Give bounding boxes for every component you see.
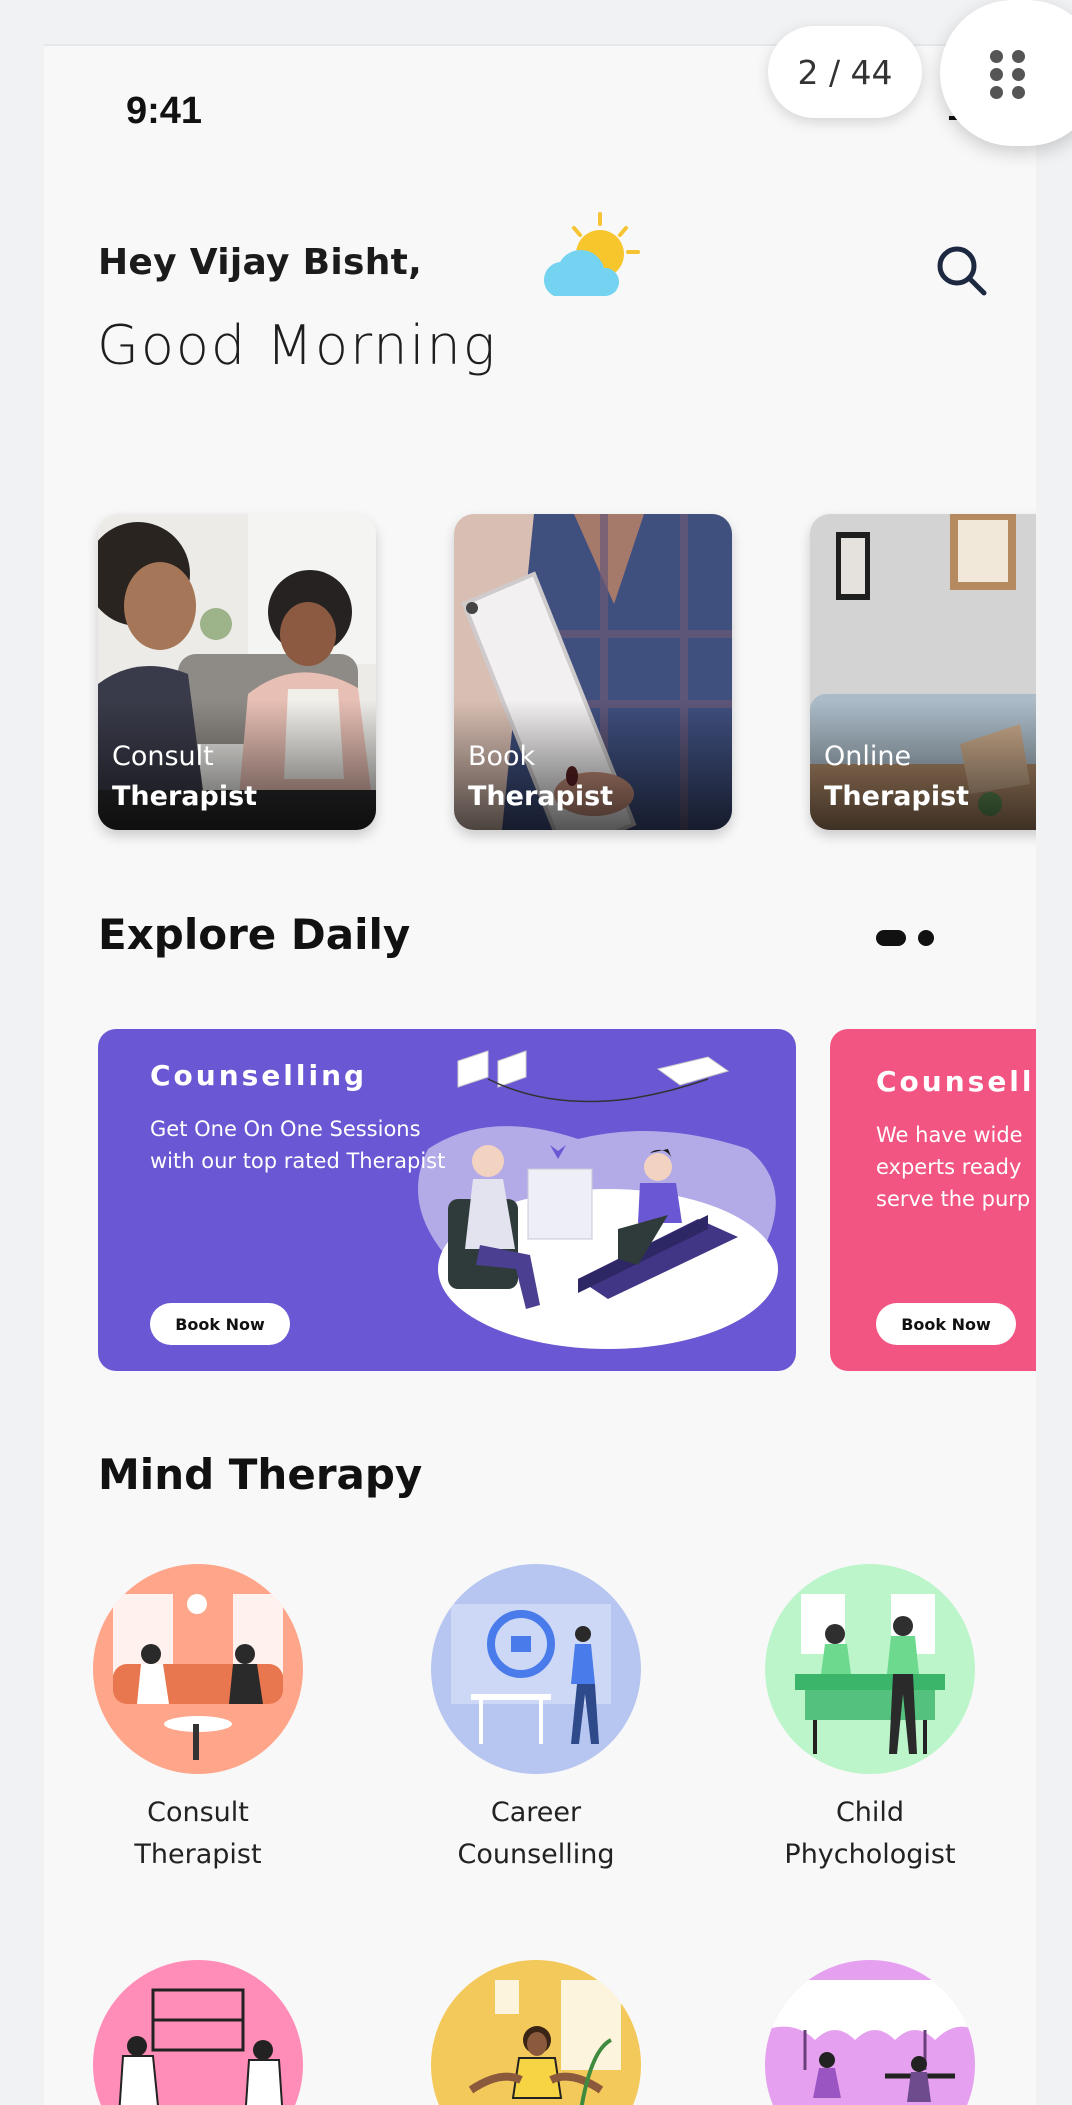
child-phychologist-image [765, 1564, 975, 1774]
therapy-item-5[interactable] [426, 1960, 646, 2105]
greeting-message: Good Morning [97, 314, 498, 377]
consult-therapist-image [93, 1564, 303, 1774]
promo-card-counselling-2[interactable]: Counselling We have wide experts ready s… [830, 1029, 1036, 1371]
weather-sun-cloud-icon [544, 212, 640, 296]
therapy-image-4 [93, 1960, 303, 2105]
card-online-therapist[interactable]: Online Therapist [810, 514, 1036, 830]
therapy-item-career[interactable]: Career Counselling [426, 1564, 646, 1876]
therapy-item-4[interactable] [88, 1960, 308, 2105]
promo-card-counselling[interactable]: Counselling Get One On One Sessions with… [98, 1029, 796, 1371]
page-indicator[interactable]: 2 / 44 [768, 26, 922, 118]
card-line1: Consult [112, 741, 214, 772]
section-title-explore: Explore Daily [98, 910, 411, 959]
card-line2: Therapist [468, 781, 614, 812]
promo-title: Counselling [876, 1065, 1036, 1098]
therapy-label: Consult Therapist [134, 1797, 262, 1870]
card-consult-therapist[interactable]: Consult Therapist [98, 514, 376, 830]
career-counselling-image [431, 1564, 641, 1774]
therapy-item-consult[interactable]: Consult Therapist [88, 1564, 308, 1876]
book-now-button[interactable]: Book Now [876, 1303, 1016, 1345]
card-line1: Online [824, 741, 912, 772]
card-line1: Book [468, 741, 536, 772]
card-book-therapist[interactable]: Book Therapist [454, 514, 732, 830]
therapy-image-5 [431, 1960, 641, 2105]
therapy-label: Child Phychologist [784, 1797, 956, 1870]
therapy-item-child[interactable]: Child Phychologist [760, 1564, 980, 1876]
therapy-label: Career Counselling [457, 1797, 615, 1870]
book-now-button[interactable]: Book Now [150, 1303, 290, 1345]
section-title-mind-therapy: Mind Therapy [98, 1450, 423, 1499]
greeting-name: Hey Vijay Bisht, [98, 242, 423, 283]
phone-screen: 9:41 Hey Vijay Bisht, Good Morning Consu… [44, 44, 1036, 2105]
card-line2: Therapist [824, 781, 970, 812]
carousel-dot[interactable] [918, 930, 934, 946]
promo-title: Counselling [150, 1059, 368, 1092]
promo-description: Get One On One Sessions with our top rat… [150, 1117, 446, 1173]
counselling-illustration [418, 1050, 778, 1349]
status-time: 9:41 [126, 90, 203, 132]
grid-menu-icon [990, 50, 1030, 99]
therapy-item-6[interactable] [760, 1960, 980, 2105]
carousel-dot-active[interactable] [876, 930, 906, 946]
therapy-image-6 [765, 1960, 975, 2105]
promo-description: We have wide experts ready serve the pur… [876, 1123, 1031, 1211]
search-button[interactable] [932, 241, 992, 301]
card-line2: Therapist [112, 781, 258, 812]
